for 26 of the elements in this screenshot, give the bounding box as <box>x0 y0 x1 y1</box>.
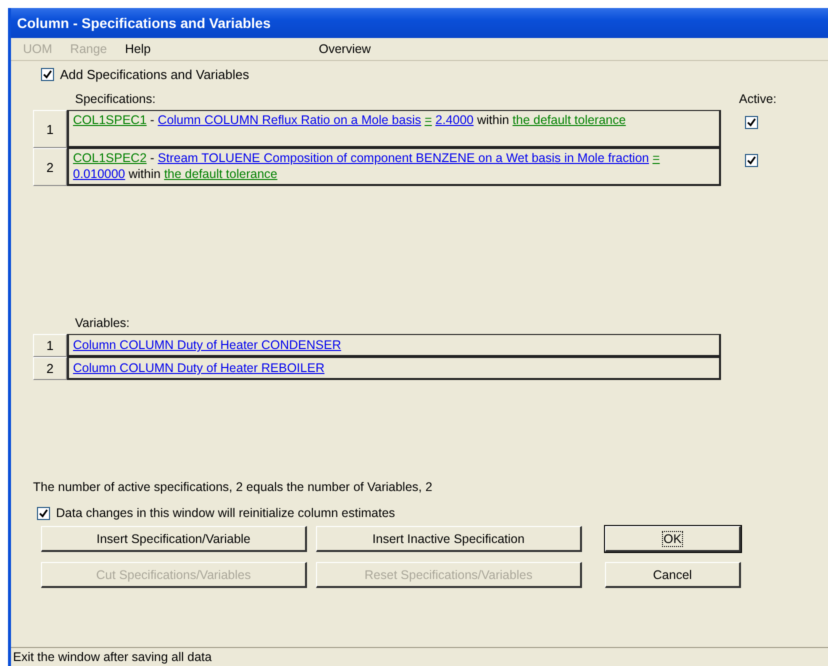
status-message: The number of active specifications, 2 equals the number of Variables, 2 <box>33 480 434 494</box>
checkbox[interactable] <box>41 68 54 81</box>
checkbox-label: Add Specifications and Variables <box>60 67 250 82</box>
specification-cell[interactable]: COL1SPEC1 - Column COLUMN Reflux Ratio on a Mole basis = 2.4000 within the default tolerance <box>67 110 721 148</box>
dialog-button[interactable]: OK <box>605 526 741 552</box>
checkbox[interactable] <box>37 506 50 520</box>
active-checkbox[interactable] <box>745 116 758 129</box>
row-number: 2 <box>33 357 67 380</box>
status-bar: Exit the window after saving all data <box>11 647 828 666</box>
variables-label: Variables: <box>74 316 131 332</box>
menu-item[interactable]: Overview <box>318 42 371 56</box>
specifications-label: Specifications: <box>74 92 157 108</box>
dialog-button[interactable]: Insert Specification/Variable <box>41 526 307 552</box>
window-title: Column - Specifications and Variables <box>17 15 271 31</box>
menu-item[interactable]: Help <box>125 42 151 56</box>
row-number: 1 <box>33 110 67 148</box>
variable-cell[interactable]: Column COLUMN Duty of Heater REBOILER <box>67 357 721 380</box>
row-number: 2 <box>33 148 67 186</box>
dialog-button[interactable]: Cancel <box>605 562 741 588</box>
row-number: 1 <box>33 334 67 357</box>
active-checkbox[interactable] <box>745 154 758 167</box>
specification-cell[interactable]: COL1SPEC2 - Stream TOLUENE Composition of component BENZENE on a Wet basis in Mole fraction = 0.010000 within the default tolerance <box>67 148 721 186</box>
active-label: Active: <box>738 92 777 108</box>
variable-cell[interactable]: Column COLUMN Duty of Heater CONDENSER <box>67 334 721 357</box>
checkbox-label: Data changes in this window will reinitialize column estimates <box>56 506 396 520</box>
dialog-button[interactable]: Insert Inactive Specification <box>316 526 582 552</box>
